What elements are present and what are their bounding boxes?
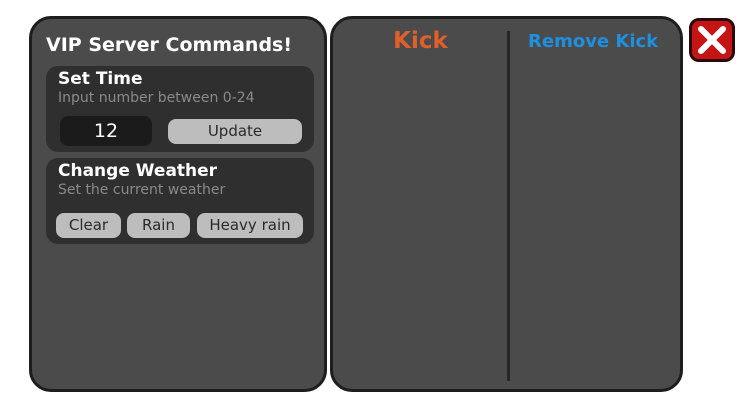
update-button[interactable]: Update [168, 119, 302, 144]
player-moderation-panel: Kick Remove Kick [330, 16, 683, 392]
time-input[interactable] [60, 116, 152, 146]
close-x-icon [698, 26, 726, 54]
set-time-title: Set Time [58, 69, 143, 89]
set-time-card: Set Time Input number between 0-24 Updat… [46, 66, 314, 152]
change-weather-subtitle: Set the current weather [58, 182, 226, 198]
remove-kick-column-title: Remove Kick [528, 31, 659, 52]
change-weather-card: Change Weather Set the current weather C… [46, 158, 314, 244]
set-time-subtitle: Input number between 0-24 [58, 90, 255, 106]
column-divider [507, 31, 510, 381]
weather-rain-button[interactable]: Rain [127, 213, 190, 238]
panel-title: VIP Server Commands! [46, 34, 293, 56]
close-button[interactable] [689, 18, 735, 62]
change-weather-title: Change Weather [58, 161, 218, 181]
weather-heavy-rain-button[interactable]: Heavy rain [197, 213, 303, 238]
vip-commands-panel: VIP Server Commands! Set Time Input numb… [29, 16, 327, 392]
weather-clear-button[interactable]: Clear [56, 213, 121, 238]
kick-column-title: Kick [393, 28, 448, 54]
